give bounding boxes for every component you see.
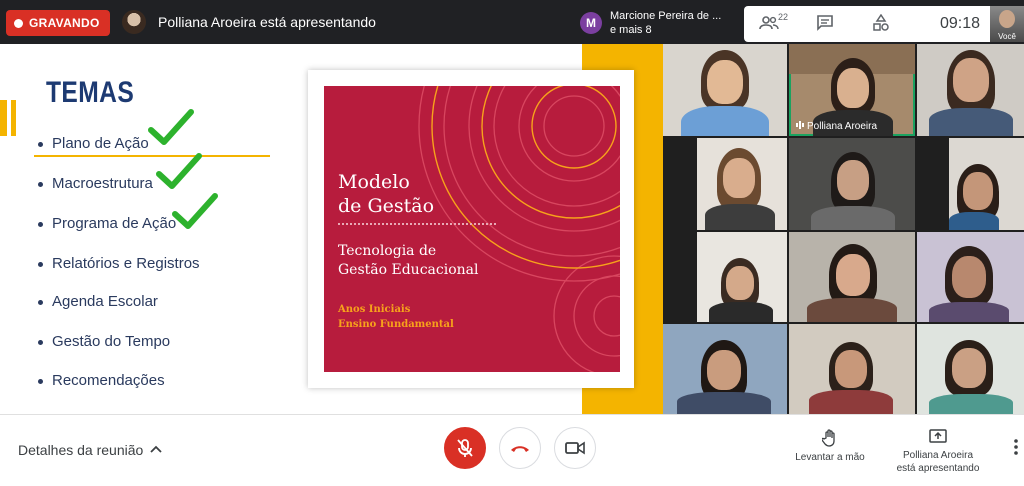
check-icon	[172, 193, 218, 229]
clock: 09:18	[939, 15, 980, 32]
activities-button[interactable]	[870, 13, 892, 34]
presenting-label-line2: está apresentando	[896, 463, 980, 474]
topic-item: Macroestrutura	[38, 175, 153, 192]
presenter-avatar	[122, 10, 146, 34]
cover-subtitle-line1: Tecnologia de	[338, 243, 437, 259]
raise-hand-button[interactable]: Levantar a mão	[786, 429, 874, 464]
participant-grid: Polliana Aroeira	[663, 44, 1024, 414]
topic-underline	[34, 155, 270, 157]
participant-tile[interactable]	[949, 138, 1024, 230]
people-icon	[759, 16, 779, 30]
presenter-status: Polliana Aroeira está apresentando	[158, 14, 376, 30]
people-count: 22	[778, 12, 789, 22]
participant-tile[interactable]	[663, 324, 787, 414]
participant-tile[interactable]	[789, 138, 915, 230]
participants-line1: Marcione Pereira de ...	[610, 10, 722, 22]
self-view-tile[interactable]: Você	[990, 6, 1024, 42]
meeting-details-button[interactable]: Detalhes da reunião	[18, 442, 143, 458]
self-face	[999, 10, 1015, 28]
chat-icon	[817, 15, 833, 31]
topic-label: Gestão do Tempo	[52, 333, 171, 350]
topic-item: Programa de Ação	[38, 215, 176, 232]
shapes-icon	[873, 13, 889, 31]
active-speaker-label: Polliana Aroeira	[807, 121, 878, 132]
topic-label: Recomendações	[52, 372, 165, 389]
mic-button[interactable]	[444, 427, 486, 469]
self-label: Você	[998, 32, 1016, 41]
top-bar: GRAVANDO Polliana Aroeira está apresenta…	[0, 0, 1024, 44]
camera-button[interactable]	[554, 427, 596, 469]
presentation-slide: TEMAS Plano de Ação Macroestrutura Progr…	[0, 44, 663, 414]
participant-tile[interactable]	[917, 232, 1024, 322]
present-icon	[929, 429, 947, 443]
chevron-up-icon[interactable]	[150, 445, 162, 453]
participant-tile[interactable]	[789, 232, 915, 322]
cover-grade-line2: Ensino Fundamental	[338, 319, 454, 330]
presenting-button[interactable]: Polliana Aroeira está apresentando	[886, 429, 990, 475]
cover-subtitle-line2: Gestão Educacional	[338, 262, 479, 278]
topic-label: Programa de Ação	[52, 215, 177, 232]
participant-avatar: M	[580, 12, 602, 34]
participant-tile[interactable]	[917, 44, 1024, 136]
participant-tile[interactable]	[697, 232, 787, 322]
cover-grade-line1: Anos Iniciais	[338, 304, 411, 315]
participant-tile[interactable]	[917, 324, 1024, 414]
cover-divider	[338, 223, 496, 225]
mic-off-icon	[457, 439, 473, 457]
book-cover: Modelo de Gestão Tecnologia de Gestão Ed…	[324, 86, 620, 372]
topic-label: Relatórios e Registros	[52, 255, 200, 272]
recording-label: GRAVANDO	[29, 16, 100, 30]
hang-up-button[interactable]	[499, 427, 541, 469]
recording-dot-icon	[14, 18, 23, 28]
participant-tile[interactable]	[663, 44, 787, 136]
hang-up-icon	[511, 446, 529, 452]
speaking-icon	[796, 121, 804, 129]
more-vert-icon[interactable]	[1014, 439, 1018, 455]
cover-title: Modelo de Gestão	[338, 170, 434, 218]
slide-heading: TEMAS	[46, 76, 135, 109]
presenting-label-line1: Polliana Aroeira	[902, 450, 974, 461]
topic-item: Gestão do Tempo	[38, 333, 170, 350]
check-icon	[148, 109, 194, 145]
participant-tile[interactable]	[697, 138, 787, 230]
topic-label: Agenda Escolar	[52, 293, 158, 310]
hand-icon	[822, 429, 835, 447]
slide-accent-bar	[0, 100, 7, 136]
top-right-panel: 22 09:18	[744, 6, 990, 42]
raise-hand-label: Levantar a mão	[795, 452, 865, 463]
participants-summary[interactable]: Marcione Pereira de ... e mais 8	[610, 9, 721, 37]
chat-button[interactable]	[814, 14, 836, 34]
topic-item: Plano de Ação	[38, 135, 149, 152]
topic-item: Agenda Escolar	[38, 293, 158, 310]
cover-title-line2: de Gestão	[338, 195, 435, 217]
book-cover-frame: Modelo de Gestão Tecnologia de Gestão Ed…	[308, 70, 634, 388]
recording-badge[interactable]: GRAVANDO	[6, 10, 110, 36]
participant-tile[interactable]	[789, 324, 915, 414]
camera-icon	[565, 441, 585, 455]
cover-title-line1: Modelo	[338, 171, 410, 193]
participants-line2: e mais 8	[610, 24, 652, 36]
people-button[interactable]	[758, 14, 780, 34]
cover-grade: Anos Iniciais Ensino Fundamental	[338, 302, 454, 332]
topic-label: Plano de Ação	[52, 135, 149, 152]
check-icon	[156, 153, 202, 189]
cover-subtitle: Tecnologia de Gestão Educacional	[338, 242, 478, 280]
topic-item: Recomendações	[38, 372, 165, 389]
bottom-bar: Detalhes da reunião Levantar a mão Polli…	[0, 414, 1024, 486]
topic-label: Macroestrutura	[52, 175, 153, 192]
participant-tile-active[interactable]: Polliana Aroeira	[789, 44, 915, 136]
slide-accent-bar-2	[11, 100, 16, 136]
topic-item: Relatórios e Registros	[38, 255, 200, 272]
